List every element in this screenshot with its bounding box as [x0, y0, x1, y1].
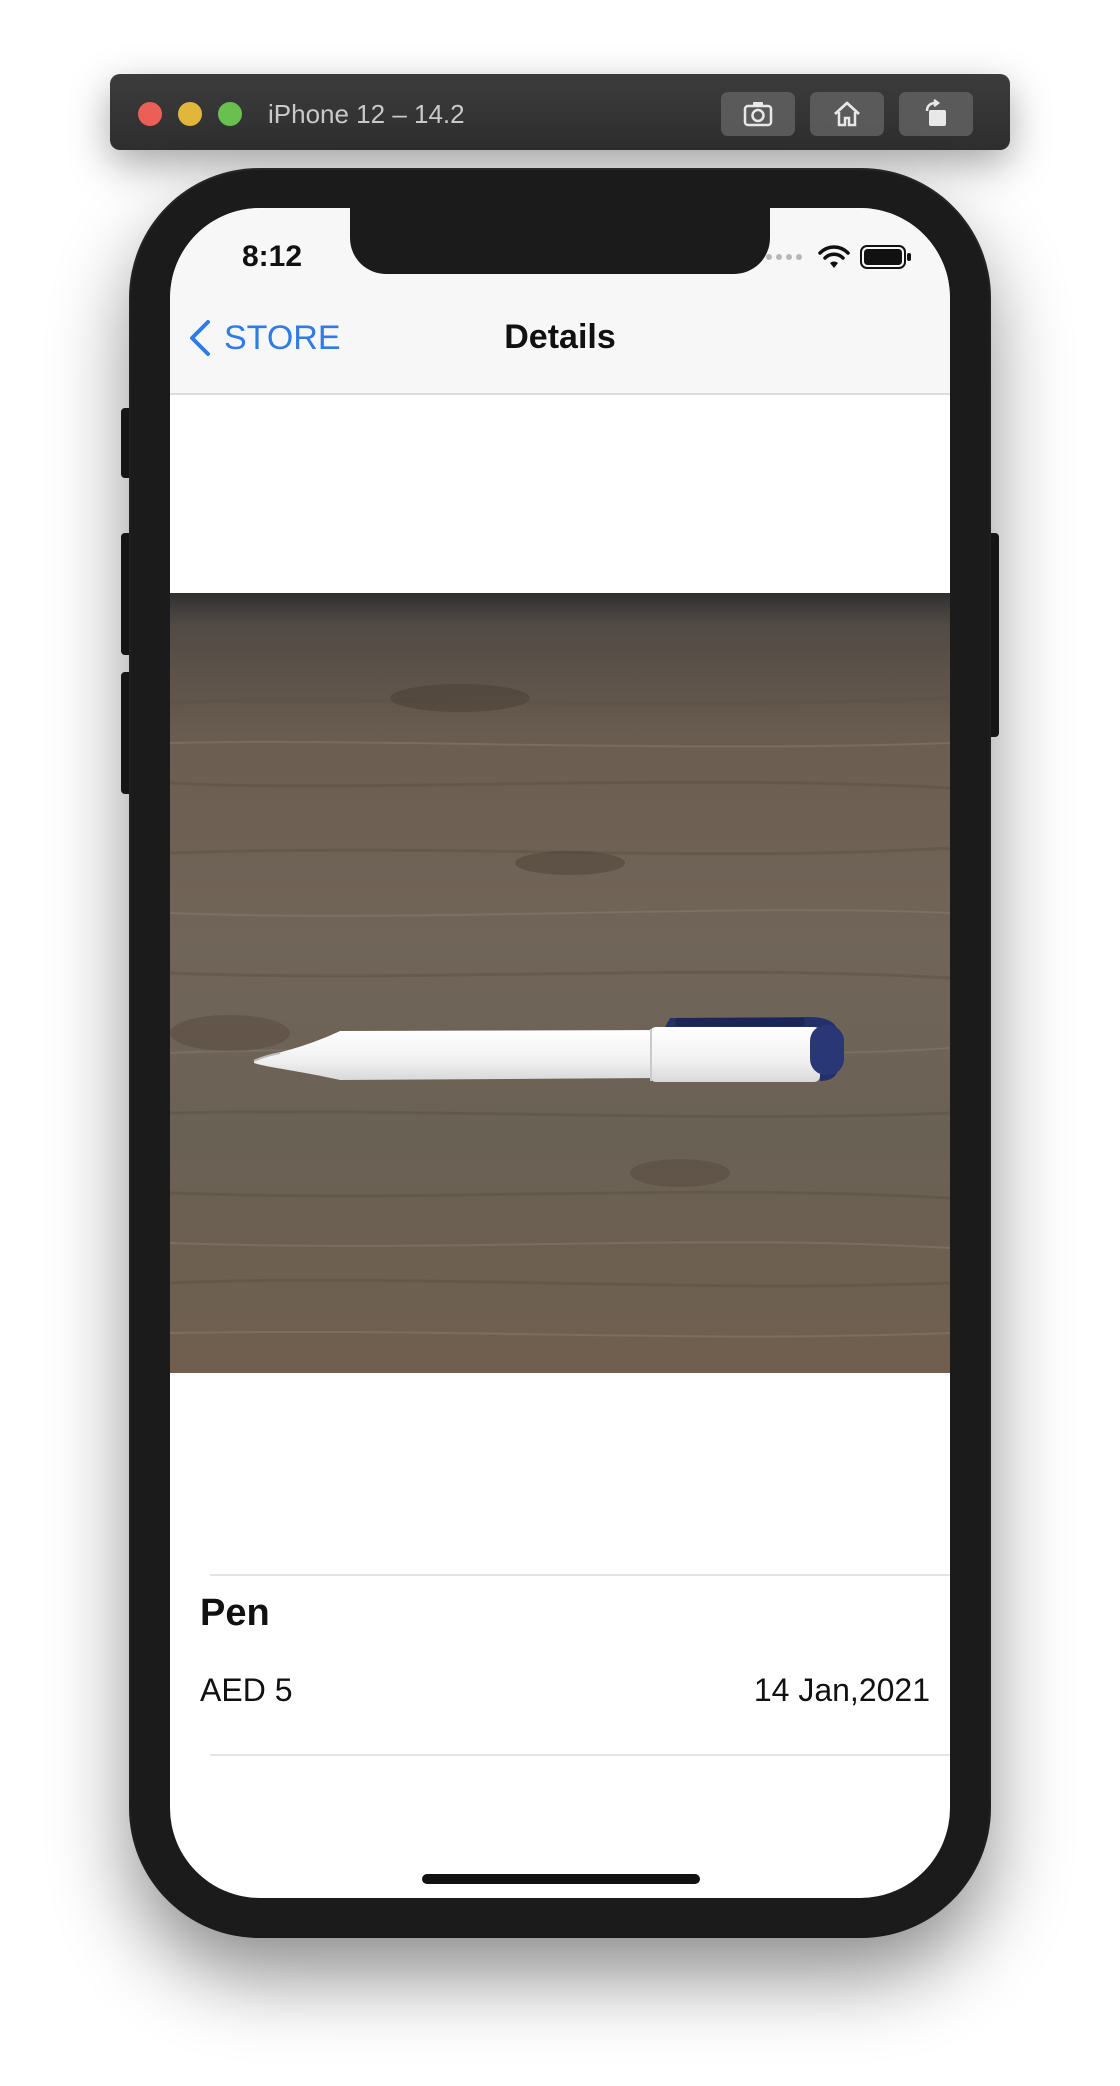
home-button[interactable] [810, 92, 884, 136]
separator [210, 1754, 950, 1756]
navigation-bar: STORE Details [170, 288, 950, 395]
screenshot-button[interactable] [721, 92, 795, 136]
status-time: 8:12 [242, 240, 303, 273]
page-title: Details [504, 318, 616, 356]
camera-icon [743, 102, 773, 127]
rotate-button[interactable] [899, 92, 973, 136]
product-name: Pen [200, 1592, 270, 1634]
product-price: AED 5 [200, 1672, 293, 1708]
rotate-icon [925, 99, 946, 126]
battery-icon [860, 245, 911, 269]
device-notch [350, 208, 770, 274]
home-indicator[interactable] [422, 1874, 700, 1884]
cellular-signal-icon [766, 254, 802, 260]
product-image [170, 593, 950, 1373]
zoom-window-button[interactable] [218, 102, 242, 126]
minimize-window-button[interactable] [178, 102, 202, 126]
wifi-icon [818, 245, 850, 268]
product-date: 14 Jan,2021 [753, 1672, 930, 1708]
device-screen: 8:12 STORE Details Pen AED 5 14 Jan,2021 [170, 208, 950, 1898]
simulator-title: iPhone 12 – 14.2 [268, 99, 465, 129]
close-window-button[interactable] [138, 102, 162, 126]
status-icons [766, 244, 912, 270]
separator [210, 1574, 950, 1576]
home-icon [834, 101, 860, 127]
